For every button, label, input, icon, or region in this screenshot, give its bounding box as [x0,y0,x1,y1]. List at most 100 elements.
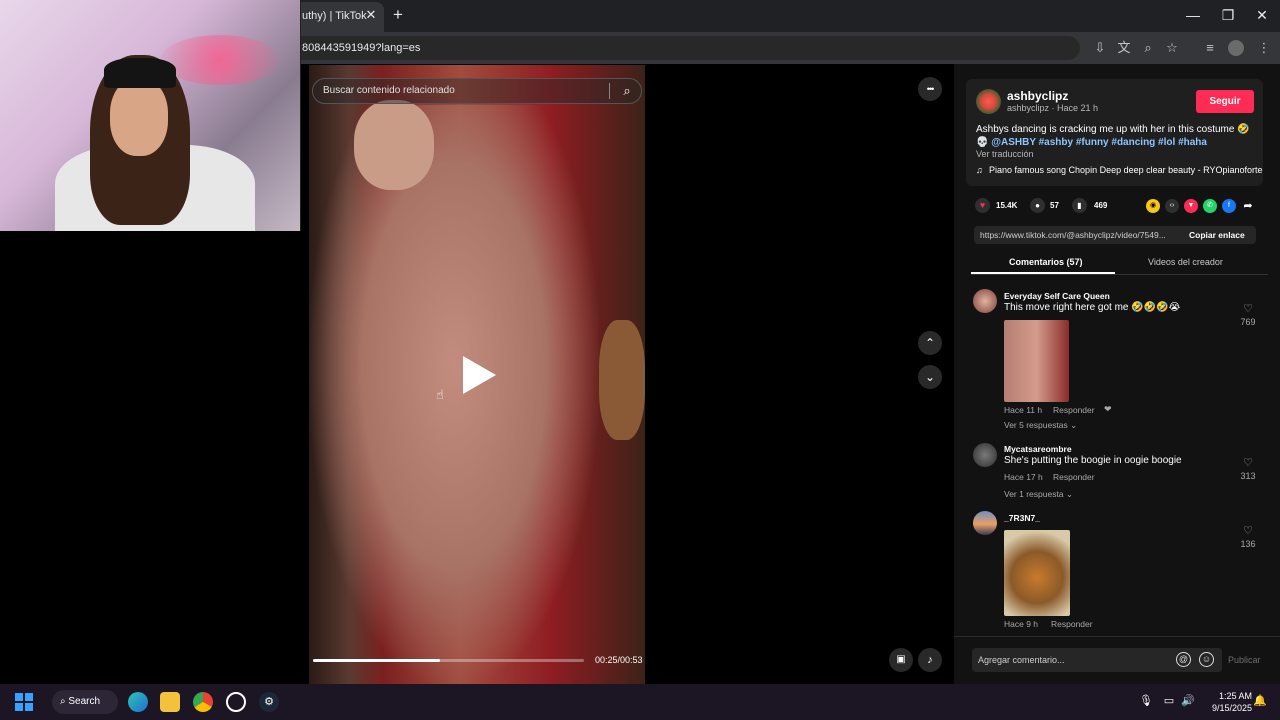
share-arrow-icon[interactable]: ➦ [1241,199,1255,213]
chrome-icon[interactable] [193,692,213,712]
minimize-button[interactable]: — [1184,6,1202,24]
edge-icon[interactable] [128,692,148,712]
video-costume-figure [309,105,599,684]
comment-gif-thumbnail[interactable] [1004,530,1070,616]
install-app-icon[interactable]: ⇩ [1091,39,1109,57]
translate-icon[interactable]: 文 [1115,39,1133,57]
network-icon[interactable]: ▭ [1162,694,1176,708]
reading-list-icon[interactable]: ≡ [1201,39,1219,57]
tab-comments[interactable]: Comentarios (57) [1009,257,1083,268]
comment-timestamp: Hace 9 h [1004,619,1039,629]
translate-link[interactable]: Ver traducción [976,149,1034,160]
comments-count: 57 [1050,201,1059,210]
copy-link-button[interactable]: Copiar enlace [1189,226,1245,244]
windows-start-icon[interactable] [15,693,33,711]
play-icon[interactable] [463,356,496,394]
video-figure-head [354,100,434,190]
comment-timestamp: Hace 11 h [1004,405,1043,415]
zoom-icon[interactable]: ⌕ [1139,39,1157,57]
more-options-button[interactable]: ••• [918,77,942,101]
new-tab-button[interactable]: + [390,6,406,24]
search-icon[interactable]: ⌕ [617,81,637,101]
emoji-icon[interactable]: ☺ [1199,652,1214,667]
search-divider [609,83,610,99]
profile-avatar-icon[interactable] [1228,40,1244,56]
file-explorer-icon[interactable] [160,692,180,712]
video-description: Ashbys dancing is cracking me up with he… [976,124,1256,149]
video-time: 00:25/00:53 [595,655,643,665]
comment-like-heart-icon[interactable]: ♡ [1239,457,1257,469]
tab-creator-videos[interactable]: Videos del creador [1148,257,1223,268]
tab-divider [971,274,1268,275]
embed-code-icon[interactable]: ‹› [1165,199,1179,213]
follow-button[interactable]: Seguir [1196,90,1254,113]
obs-icon[interactable] [226,692,246,712]
video-teddy-bear [599,320,645,440]
comment-like-heart-icon[interactable]: ♡ [1239,303,1257,315]
bookmark-icon[interactable]: ▮ [1072,198,1087,213]
taskbar-search[interactable]: ⌕ Search [52,690,118,714]
music-label[interactable]: Piano famous song Chopin Deep deep clear… [989,165,1263,176]
address-text: 808443591949?lang=es [302,42,421,54]
creator-meta: ashbyclipz · Hace 21 h [1007,103,1099,113]
mention-icon[interactable]: @ [1176,652,1191,667]
close-window-button[interactable]: ✕ [1253,6,1271,24]
comment-author[interactable]: Everyday Self Care Queen [1004,291,1110,301]
restore-button[interactable]: ❐ [1219,6,1237,24]
steam-icon[interactable]: ⚙ [259,692,279,712]
related-search-placeholder: Buscar contenido relacionado [323,85,455,96]
comment-like-count: 136 [1240,539,1256,549]
comment-like-heart-icon[interactable]: ♡ [1239,525,1257,537]
related-search-bar[interactable]: Buscar contenido relacionado ⌕ [312,78,642,104]
whatsapp-icon[interactable]: ✆ [1203,199,1217,213]
picture-in-picture-icon[interactable]: ▣ [889,648,913,672]
address-bar[interactable]: 808443591949?lang=es [290,36,1080,60]
reply-button[interactable]: Responder [1053,405,1095,415]
share-link-url[interactable]: https://www.tiktok.com/@ashbyclipz/video… [980,226,1176,244]
clock-date: 9/15/2025 [1211,703,1252,713]
comment-bubble-icon[interactable]: ● [1030,198,1045,213]
view-replies-button[interactable]: Ver 1 respuesta ⌄ [1004,489,1073,499]
reply-button[interactable]: Responder [1053,472,1095,482]
bookmark-star-icon[interactable]: ☆ [1163,39,1181,57]
description-hashtags[interactable]: @ASHBY #ashby #funny #dancing #lol #haha [991,137,1207,148]
windows-taskbar [0,684,1280,720]
kebab-menu-icon[interactable]: ⋮ [1255,39,1273,57]
comment-text: This move right here got me 🤣🤣🤣😭 [1004,302,1181,313]
comment-avatar[interactable] [973,511,997,535]
taskbar-search-label: Search [68,696,101,707]
view-replies-button[interactable]: Ver 5 respuestas ⌄ [1004,420,1077,430]
send-icon[interactable]: ▼ [1184,199,1198,213]
share-link-box: https://www.tiktok.com/@ashbyclipz/video… [974,226,1256,244]
facebook-icon[interactable]: f [1222,199,1236,213]
reply-button[interactable]: Responder [1051,619,1093,629]
clock-time: 1:25 AM [1218,691,1252,701]
comment-author[interactable]: _7R3N7_ [1004,513,1040,523]
creator-username[interactable]: ashbyclipz [1007,89,1068,103]
comment-avatar[interactable] [973,443,997,467]
like-heart-icon[interactable]: ♥ [975,198,990,213]
volume-icon[interactable]: ♪ [918,648,942,672]
creator-liked-icon: ❤ [1104,404,1112,414]
webcam-person-beanie [104,58,176,88]
comment-author[interactable]: Mycatsareombre [1004,444,1072,454]
next-video-button[interactable]: ⌄ [918,365,942,389]
creator-avatar[interactable] [976,89,1001,114]
coin-share-icon[interactable]: ◉ [1146,199,1160,213]
microphone-icon[interactable]: 🎙 [1139,694,1153,708]
speaker-icon[interactable]: 🔊 [1181,694,1195,708]
taskbar-clock[interactable]: 1:25 AM 9/15/2025 [1196,690,1252,714]
video-progress-fill [313,659,441,662]
saves-count: 469 [1094,201,1108,210]
comment-gif-thumbnail[interactable] [1004,320,1069,402]
webcam-person-face [110,78,168,156]
comment-avatar[interactable] [973,289,997,313]
notification-bell-icon[interactable]: 🔔 [1253,694,1267,708]
music-note-icon: ♫ [976,165,983,175]
close-tab-icon[interactable]: ✕ [364,8,378,22]
previous-video-button[interactable]: ⌃ [918,331,942,355]
post-comment-button[interactable]: Publicar [1228,655,1261,666]
video-progress-bar[interactable] [313,659,584,662]
hand-cursor-icon: ☝ [436,387,444,402]
comment-placeholder: Agregar comentario... [978,655,1065,665]
